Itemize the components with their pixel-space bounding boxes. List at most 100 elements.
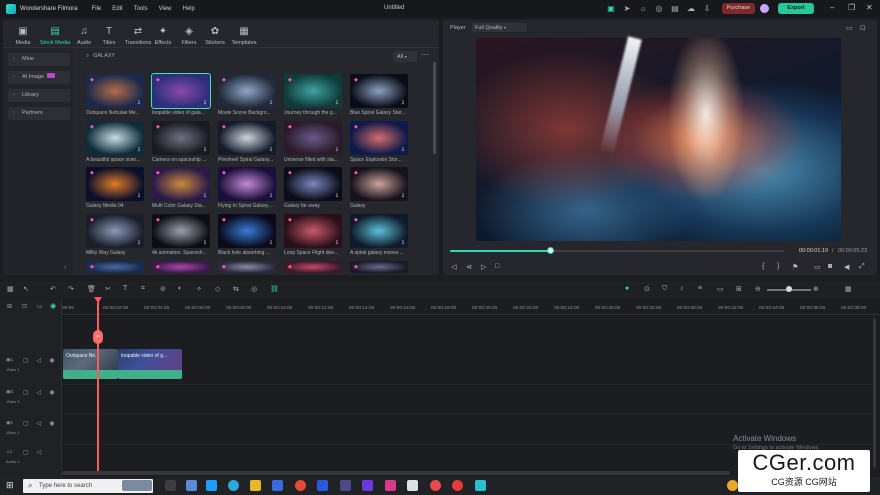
playhead-handle-icon[interactable]: ✂ [93, 330, 103, 344]
zoom-in-icon[interactable]: ⊕ [813, 285, 819, 293]
stock-thumbnail[interactable]: ◆ ⇩ [152, 214, 210, 248]
add-track-icon[interactable]: ⊞ [7, 303, 12, 310]
crop-icon[interactable]: ⌗ [141, 285, 145, 293]
stock-thumbnail[interactable]: ◆ [86, 261, 144, 273]
link-track-icon[interactable]: ⊡ [22, 303, 27, 310]
timeline-clip-outspace[interactable]: Outspace Ne... [63, 349, 118, 379]
stock-thumbnail[interactable]: ◆ ⇩ [218, 121, 276, 155]
purchase-button[interactable]: Purchase [722, 3, 755, 14]
menu-tools[interactable]: Tools [134, 6, 148, 12]
download-icon[interactable]: ⇩ [335, 100, 339, 106]
toolbar-stock-media[interactable]: ▤ Stock Media [38, 26, 72, 46]
file-explorer-icon[interactable] [250, 480, 261, 491]
sidebar-item-partners[interactable]: Partners [8, 107, 70, 120]
magnet-icon[interactable]: ◉ [50, 302, 56, 310]
layout-grid-icon[interactable]: ▦ [845, 285, 852, 293]
video-preview[interactable] [476, 38, 841, 241]
record-icon[interactable] [452, 480, 463, 491]
timeline-clip-loopable[interactable]: loopable video of g... [118, 349, 182, 379]
download-icon[interactable]: ⇩ [203, 240, 207, 246]
track-controls-video1[interactable]: ▢◁◉ [23, 357, 63, 364]
download-icon[interactable]: ⇩ [335, 147, 339, 153]
track-settings-icon[interactable]: ▭ [37, 303, 43, 310]
windows-start-icon[interactable]: ⊞ [6, 480, 14, 491]
volume-icon[interactable]: ◀ [844, 263, 849, 271]
play-icon[interactable]: ▷ [481, 263, 486, 271]
stock-thumbnail[interactable]: ◆ ⇩ [152, 121, 210, 155]
chrome-icon[interactable] [295, 480, 306, 491]
menu-help[interactable]: Help [183, 6, 195, 12]
microphone-icon[interactable]: ♪ [680, 285, 684, 292]
mask-icon[interactable]: ◎ [251, 285, 257, 293]
menu-file[interactable]: File [92, 6, 102, 12]
download-icon[interactable]: ⇩ [269, 240, 273, 246]
light-icon[interactable]: ☼ [638, 4, 648, 14]
menu-view[interactable]: View [159, 6, 172, 12]
stock-thumbnail[interactable]: ◆ [284, 261, 342, 273]
text-icon[interactable]: T [123, 285, 127, 292]
search-input[interactable]: ⌕ GALAXY [86, 53, 386, 62]
steam-icon[interactable] [206, 480, 217, 491]
previous-frame-icon[interactable]: ◁ [451, 263, 456, 271]
download-icon[interactable]: ⇩ [269, 100, 273, 106]
sidebar-item-mine[interactable]: Mine [8, 53, 70, 66]
download-icon[interactable]: ⇩ [401, 193, 405, 199]
widgets-icon[interactable] [186, 480, 197, 491]
split-icon[interactable]: ✂ [105, 285, 111, 293]
stock-thumbnail[interactable]: ◆ ⇩ [284, 167, 342, 201]
sidebar-item-library[interactable]: Library [8, 89, 70, 102]
adobe-xd-icon[interactable] [385, 480, 396, 491]
minimize-icon[interactable]: – [830, 3, 834, 12]
snapshot-camera-icon[interactable]: ◙ [828, 263, 832, 270]
save-icon[interactable]: ▤ [670, 4, 680, 14]
undo-icon[interactable]: ↶ [50, 285, 56, 293]
redo-icon[interactable]: ↷ [68, 285, 74, 293]
toolbar-titles[interactable]: T Titles [94, 26, 124, 46]
track-controls-video1b[interactable]: ▢◁◉ [23, 420, 63, 427]
stock-thumbnail[interactable]: ◆ [218, 261, 276, 273]
stock-thumbnail[interactable]: ◆ ⇩ [350, 214, 408, 248]
select-tool-icon[interactable]: ↖ [23, 285, 29, 293]
delete-icon[interactable]: 🗑 [87, 285, 96, 293]
filter-select[interactable]: All ▾ [393, 51, 417, 62]
track-controls-video3[interactable]: ▢◁◉ [23, 389, 63, 396]
download-icon[interactable]: ⇩ [335, 193, 339, 199]
eye-icon[interactable]: ◉ [49, 358, 62, 364]
filmora-taskbar-icon[interactable] [475, 480, 486, 491]
download-icon[interactable]: ⇩ [137, 240, 141, 246]
download-icon[interactable]: ⇩ [269, 147, 273, 153]
layout-icon[interactable]: ▦ [7, 285, 14, 293]
fullscreen-icon[interactable]: ⤢ [859, 263, 865, 271]
voiceover-icon[interactable]: ≡ [698, 285, 702, 292]
download-icon[interactable]: ⇩ [269, 193, 273, 199]
app-icon[interactable] [362, 480, 373, 491]
stock-thumbnail[interactable]: ◆ ⇩ [350, 121, 408, 155]
stock-thumbnail[interactable]: ◆ ⇩ [86, 121, 144, 155]
download-icon[interactable]: ⇩ [203, 147, 207, 153]
eye-icon[interactable]: ◉ [49, 421, 62, 427]
toolbar-templates[interactable]: ▦ Templates [227, 26, 261, 46]
keyframe-icon[interactable]: ◇ [215, 285, 220, 293]
audio-mute-icon[interactable]: ◁ [37, 390, 50, 396]
snap-icon[interactable]: ⊞ [736, 285, 742, 293]
folder-icon[interactable]: ▢ [23, 421, 37, 427]
download-icon[interactable]: ⇩ [137, 193, 141, 199]
render-icon[interactable]: ● [625, 285, 629, 292]
download-icon[interactable]: ⇩ [203, 193, 207, 199]
store-icon[interactable] [272, 480, 283, 491]
export-button[interactable]: Export [778, 3, 814, 14]
snapshot-icon[interactable]: ⊡ [860, 24, 866, 32]
toolbar-media[interactable]: ▣ Media [8, 26, 38, 46]
link-icon[interactable]: ⛓ [270, 285, 279, 293]
folder-icon[interactable]: ▢ [23, 390, 37, 396]
stock-thumbnail[interactable]: ◆ ⇩ [284, 121, 342, 155]
quality-select[interactable]: Full Quality ▾ [472, 23, 527, 32]
eye-icon[interactable]: ◉ [49, 390, 62, 396]
stock-thumbnail[interactable]: ◆ ⇩ [284, 214, 342, 248]
stock-thumbnail[interactable]: ◆ ⇩ [86, 214, 144, 248]
download-icon[interactable]: ⇩ [401, 147, 405, 153]
library-scrollbar[interactable] [433, 62, 436, 154]
stock-thumbnail[interactable]: ◆ ⇩ [350, 74, 408, 108]
close-icon[interactable]: ✕ [866, 3, 873, 12]
track-icon[interactable]: ▭ [717, 285, 724, 293]
